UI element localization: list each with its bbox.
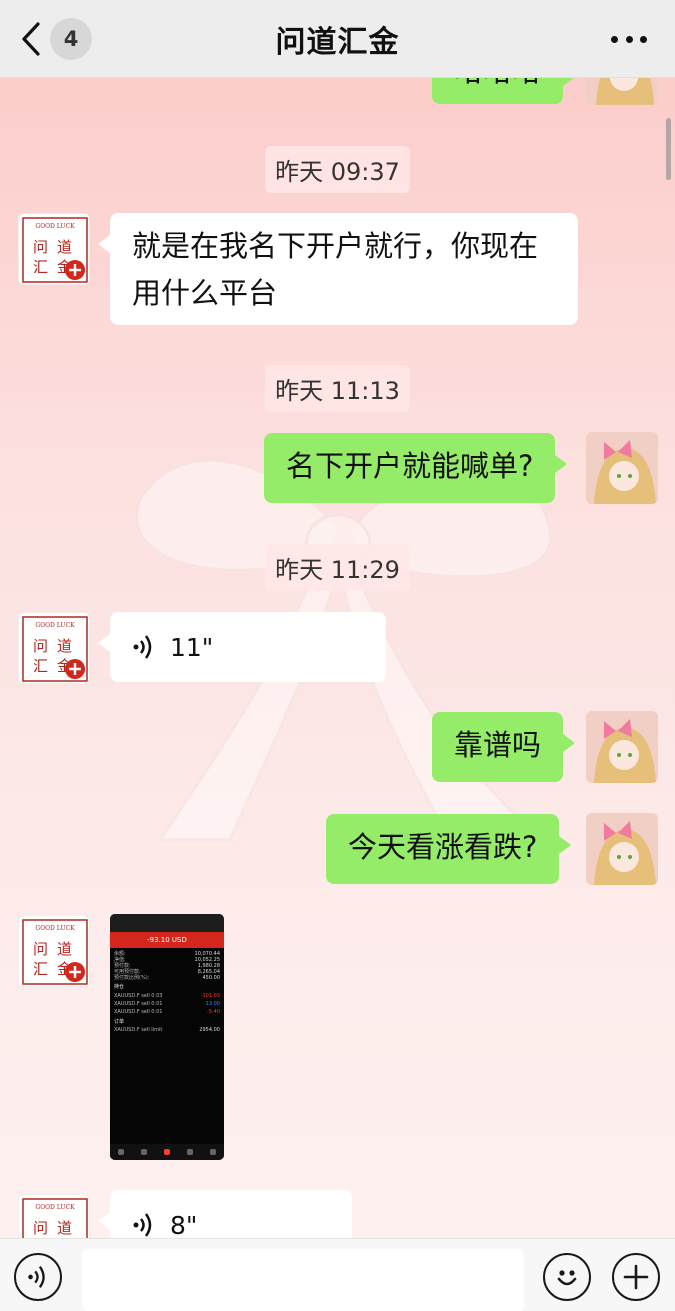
message-bubble-sent[interactable]: 哈哈哈 <box>432 78 576 104</box>
image-message-thumbnail[interactable]: -93.10 USD 余额: 10,070.44 净值: 10,052.25 预付款: 1… <box>110 914 224 1160</box>
voice-wave-icon <box>133 1213 152 1237</box>
svg-text:汇: 汇 <box>33 657 48 675</box>
svg-text:GOOD LUCK: GOOD LUCK <box>35 1204 75 1211</box>
more-functions-button[interactable] <box>612 1253 660 1301</box>
chat-header: 4 问道汇金 <box>0 0 675 78</box>
plus-icon <box>623 1264 649 1290</box>
message-list[interactable]: 哈哈哈 昨天 09:37 GOOD LUCK 问 道 汇 金 就是在我名下开户就… <box>0 78 675 1238</box>
user-avatar-image <box>586 813 658 885</box>
back-chevron-icon <box>22 22 40 56</box>
user-avatar[interactable] <box>586 813 658 885</box>
voice-message[interactable]: 8" <box>98 1190 352 1238</box>
message-bubble-received[interactable]: 就是在我名下开户就行，你现在用什么平台 <box>98 213 578 325</box>
message-bubble-sent[interactable]: 靠谱吗 <box>432 712 576 782</box>
message-bubble-sent[interactable]: 名下开户就能喊单? <box>264 433 568 503</box>
brand-logo-icon: GOOD LUCK 问 道 汇 金 <box>22 217 88 283</box>
user-avatar[interactable] <box>586 78 658 105</box>
contact-avatar[interactable]: GOOD LUCK 问 道 汇 金 <box>18 915 90 987</box>
contact-avatar[interactable]: GOOD LUCK 问 道 汇 金 <box>18 612 90 684</box>
scrollbar[interactable] <box>666 118 671 180</box>
message-input[interactable] <box>82 1249 524 1311</box>
user-avatar-image <box>586 78 658 105</box>
timestamp: 昨天 11:29 <box>0 544 675 591</box>
svg-text:GOOD LUCK: GOOD LUCK <box>35 622 75 629</box>
thumbnail-position-row: XAUUSD.F sell 0.01 -5.40 <box>114 1009 220 1015</box>
svg-text:GOOD LUCK: GOOD LUCK <box>35 925 75 932</box>
svg-text:汇: 汇 <box>33 258 48 276</box>
svg-text:问: 问 <box>33 637 48 655</box>
svg-text:问: 问 <box>33 238 48 256</box>
voice-wave-icon <box>133 635 152 659</box>
voice-message[interactable]: 11" <box>98 612 386 682</box>
user-avatar-image <box>586 711 658 783</box>
thumbnail-tabbar <box>110 1144 224 1160</box>
thumbnail-header: -93.10 USD <box>110 932 224 948</box>
svg-text:问: 问 <box>33 940 48 958</box>
svg-text:道: 道 <box>57 1219 72 1237</box>
brand-logo-icon: GOOD LUCK 问 道 汇 金 <box>22 919 88 985</box>
user-avatar-image <box>586 432 658 504</box>
emoji-icon <box>557 1270 577 1286</box>
user-avatar[interactable] <box>586 711 658 783</box>
input-bar <box>0 1238 675 1311</box>
svg-text:汇: 汇 <box>33 960 48 978</box>
thumbnail-position-row: XAUUSD.F sell 0.03 -101.03 <box>114 993 220 999</box>
back-button[interactable]: 4 <box>18 14 92 64</box>
svg-text:道: 道 <box>57 637 72 655</box>
contact-avatar[interactable]: GOOD LUCK 问 道 汇 金 <box>18 213 90 285</box>
svg-text:道: 道 <box>57 940 72 958</box>
svg-text:道: 道 <box>57 238 72 256</box>
message-bubble-sent[interactable]: 今天看涨看跌? <box>326 814 572 884</box>
svg-text:问: 问 <box>33 1219 48 1237</box>
brand-logo-icon: GOOD LUCK 问 道 汇 金 <box>22 1198 88 1238</box>
chat-title: 问道汇金 <box>275 24 400 60</box>
voice-input-button[interactable] <box>14 1253 62 1301</box>
svg-text:GOOD LUCK: GOOD LUCK <box>35 223 75 230</box>
more-icon <box>611 35 618 43</box>
contact-avatar[interactable]: GOOD LUCK 问 道 汇 金 <box>18 1194 90 1238</box>
timestamp: 昨天 11:13 <box>0 365 675 412</box>
user-avatar[interactable] <box>586 432 658 504</box>
more-options-button[interactable] <box>611 24 647 54</box>
voice-input-icon <box>28 1266 45 1288</box>
brand-logo-icon: GOOD LUCK 问 道 汇 金 <box>22 616 88 682</box>
thumbnail-position-row: XAUUSD.F sell 0.01 13.00 <box>114 1001 220 1007</box>
unread-count-badge: 4 <box>50 18 92 60</box>
emoji-button[interactable] <box>543 1253 591 1301</box>
timestamp: 昨天 09:37 <box>0 146 675 193</box>
